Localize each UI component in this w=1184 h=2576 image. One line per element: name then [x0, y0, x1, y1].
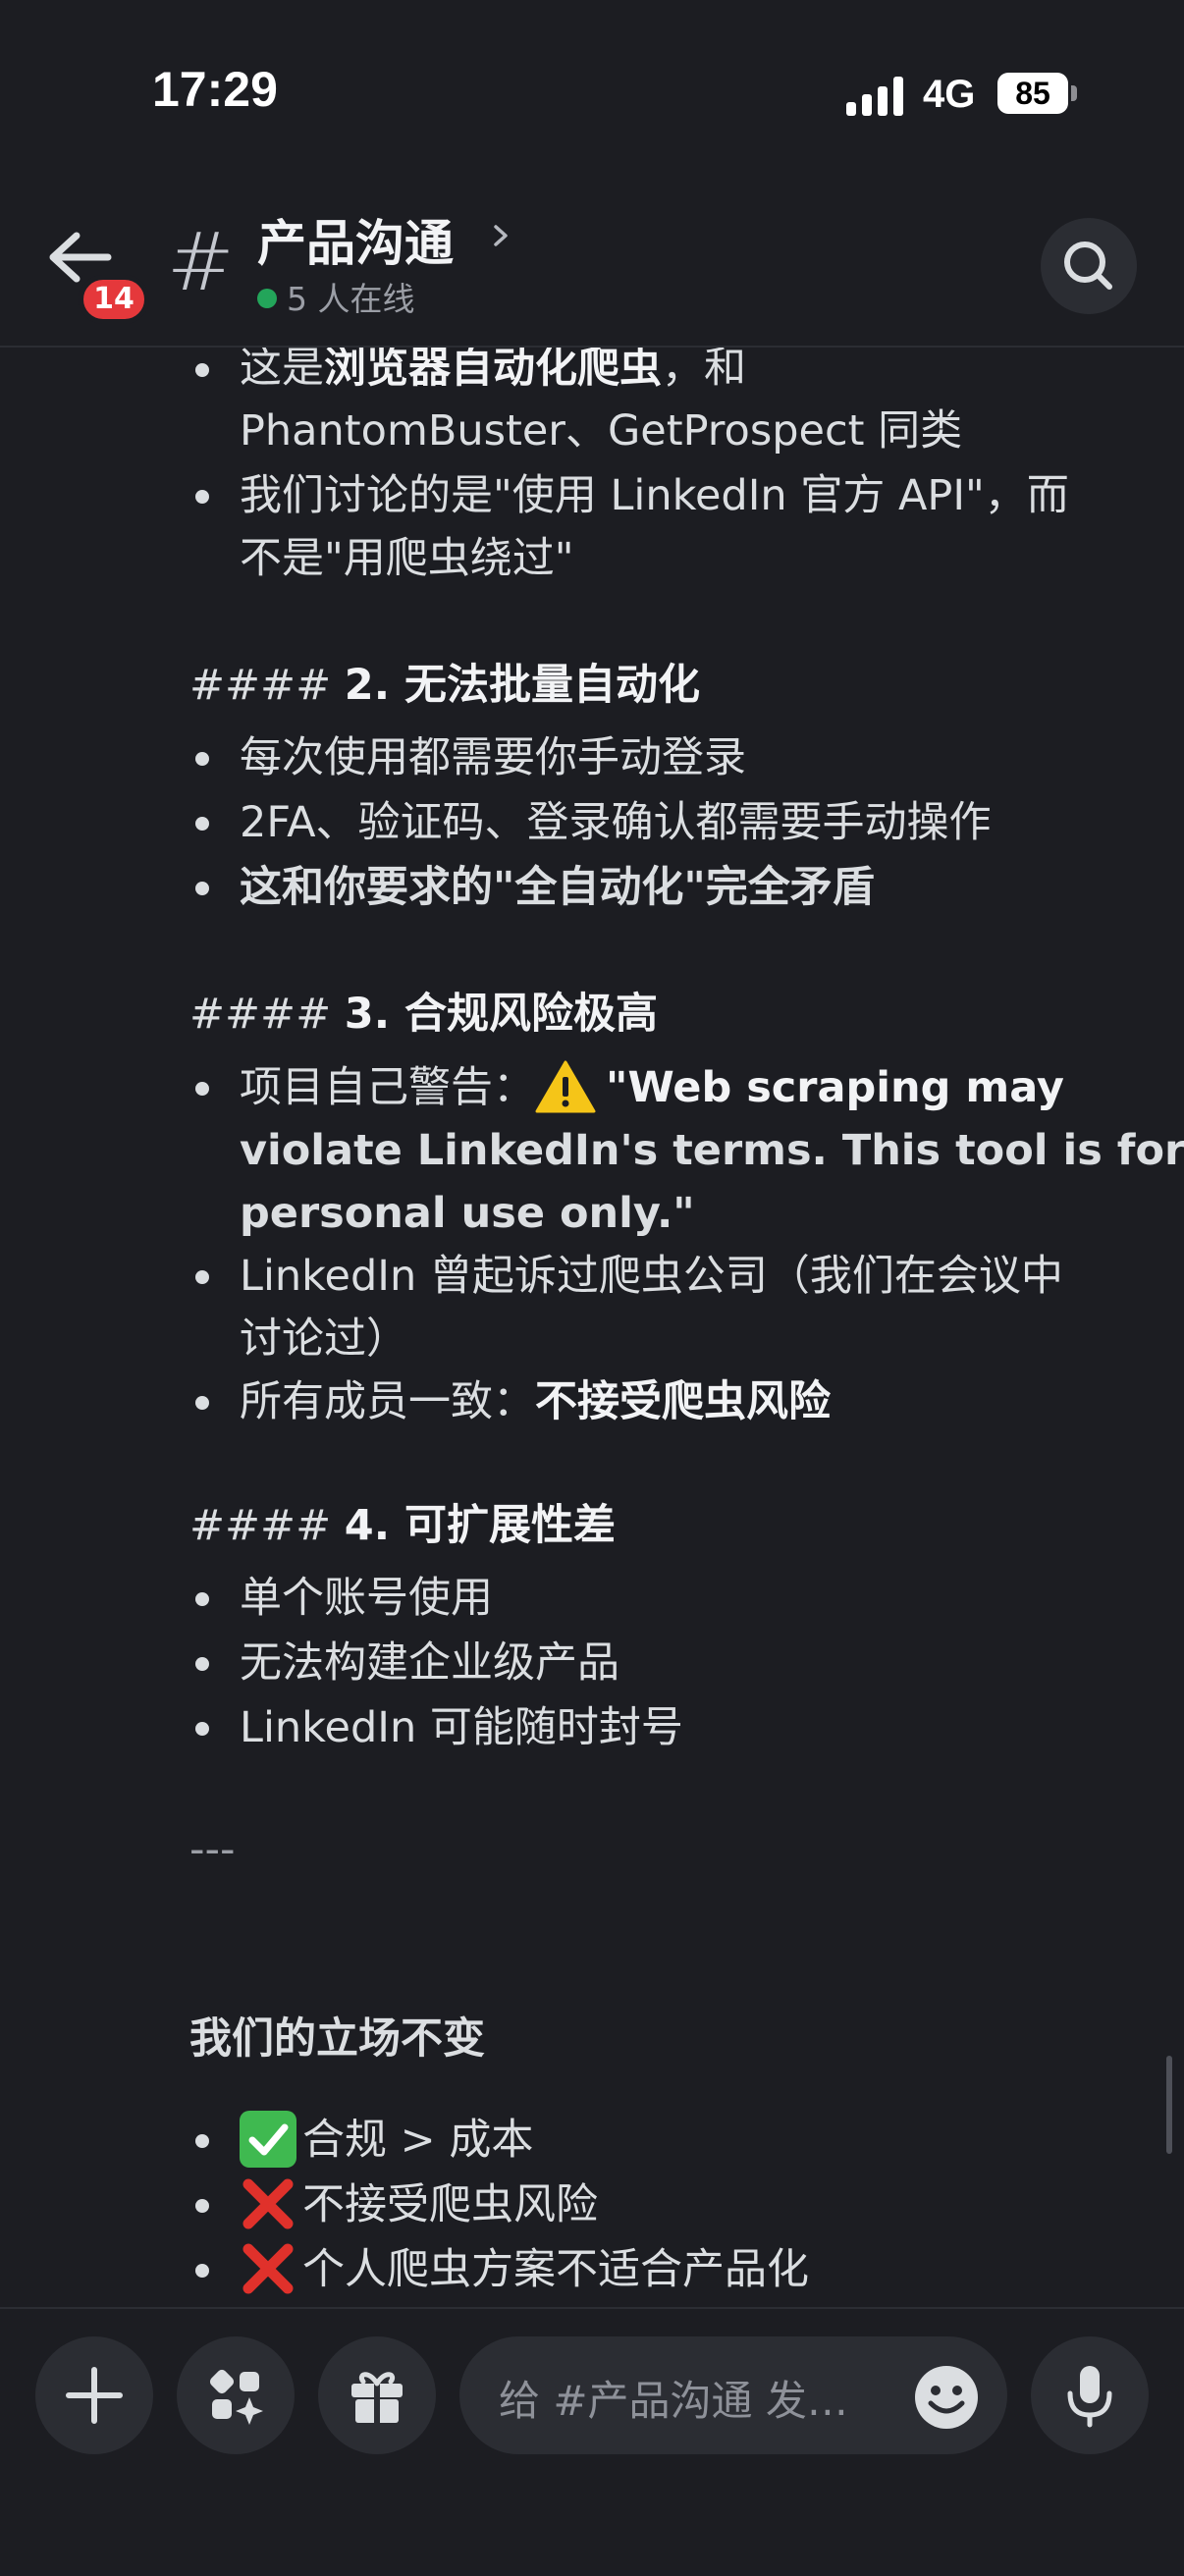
- bullet: [195, 2134, 209, 2148]
- list-item: 这和你要求的"全自动化"完全矛盾: [240, 863, 875, 912]
- message-composer: 给 #产品沟通 发…: [0, 2307, 1184, 2576]
- list-item: LinkedIn 曾起诉过爬虫公司（我们在会议中: [240, 1252, 1063, 1301]
- bullet: [195, 882, 209, 895]
- message-list[interactable]: 这是浏览器自动化爬虫，和 PhantomBuster、GetProspect 同…: [0, 348, 1184, 2307]
- bullet: [195, 817, 209, 831]
- battery-icon: 85: [997, 73, 1068, 114]
- bullet: [195, 1722, 209, 1736]
- online-status: 5 人在线: [257, 273, 415, 320]
- plus-icon: [66, 2367, 123, 2424]
- warning-icon: [535, 1060, 596, 1112]
- emoji-icon[interactable]: [913, 2364, 980, 2431]
- search-icon: [1064, 242, 1112, 290]
- online-count: 5 人在线: [287, 280, 415, 318]
- bullet: [195, 2199, 209, 2213]
- unread-badge: 14: [79, 275, 149, 324]
- message-input[interactable]: 给 #产品沟通 发…: [459, 2336, 1007, 2454]
- list-item: 所有成员一致：不接受爬虫风险: [240, 1377, 831, 1426]
- bullet: [195, 1082, 209, 1096]
- list-item: 合规 > 成本: [240, 2108, 533, 2173]
- apps-sparkle-icon: [209, 2369, 263, 2425]
- status-bar: 17:29 4G 85: [0, 0, 1184, 187]
- bullet: [195, 752, 209, 766]
- list-item: 无法构建企业级产品: [240, 1638, 619, 1688]
- check-mark-icon: [240, 2110, 296, 2168]
- list-item-cont: personal use only.": [240, 1189, 695, 1238]
- stance-heading: 我们的立场不变: [189, 2014, 485, 2064]
- list-item: 个人爬虫方案不适合产品化: [240, 2237, 809, 2302]
- bullet: [195, 1657, 209, 1671]
- section-heading: #### 3. 合规风险极高: [189, 990, 659, 1039]
- network-type: 4G: [923, 73, 976, 116]
- apps-button[interactable]: [177, 2336, 295, 2454]
- list-item-cont: violate LinkedIn's terms. This tool is f…: [240, 1126, 1184, 1175]
- microphone-icon: [1067, 2366, 1112, 2428]
- list-item: LinkedIn 可能随时封号: [240, 1703, 683, 1752]
- bullet: [195, 2264, 209, 2278]
- signal-icon: [846, 77, 907, 116]
- channel-title[interactable]: 产品沟通: [257, 204, 454, 275]
- voice-message-button[interactable]: [1031, 2336, 1149, 2454]
- bullet: [195, 490, 209, 504]
- bullet: [195, 1270, 209, 1284]
- bullet: [195, 363, 209, 377]
- list-item-cont: 讨论过）: [240, 1315, 408, 1364]
- channel-hash-icon: #: [167, 216, 235, 309]
- chevron-right-icon[interactable]: [489, 224, 512, 247]
- gift-button[interactable]: [318, 2336, 436, 2454]
- scrollbar-thumb[interactable]: [1166, 2056, 1172, 2154]
- bullet: [195, 1396, 209, 1410]
- list-item-cont: PhantomBuster、GetProspect 同类: [240, 406, 963, 456]
- horizontal-rule-text: ---: [189, 1825, 236, 1874]
- list-item: 不接受爬虫风险: [240, 2173, 598, 2237]
- bullet: [195, 1592, 209, 1606]
- message-input-placeholder: 给 #产品沟通 发…: [499, 2377, 848, 2425]
- list-item-cont: 不是"用爬虫绕过": [240, 534, 574, 583]
- list-item: 这是浏览器自动化爬虫，和: [240, 348, 746, 393]
- section-heading: #### 2. 无法批量自动化: [189, 661, 701, 710]
- list-item: 我们讨论的是"使用 LinkedIn 官方 API"，而: [240, 471, 1069, 520]
- list-item: 每次使用都需要你手动登录: [240, 733, 746, 782]
- search-button[interactable]: [1041, 218, 1137, 314]
- clock: 17:29: [152, 62, 278, 117]
- list-item: 项目自己警告： "Web scraping may: [240, 1055, 1064, 1120]
- section-heading: #### 4. 可扩展性差: [189, 1501, 617, 1550]
- online-dot: [257, 288, 277, 308]
- battery-tip: [1071, 85, 1077, 101]
- cross-mark-icon: [240, 2240, 296, 2297]
- list-item: 单个账号使用: [240, 1574, 493, 1623]
- channel-header: 14 # 产品沟通 5 人在线: [0, 187, 1184, 348]
- gift-icon: [351, 2372, 403, 2423]
- add-attachment-button[interactable]: [35, 2336, 153, 2454]
- cross-mark-icon: [240, 2175, 296, 2232]
- list-item: 2FA、验证码、登录确认都需要手动操作: [240, 798, 992, 847]
